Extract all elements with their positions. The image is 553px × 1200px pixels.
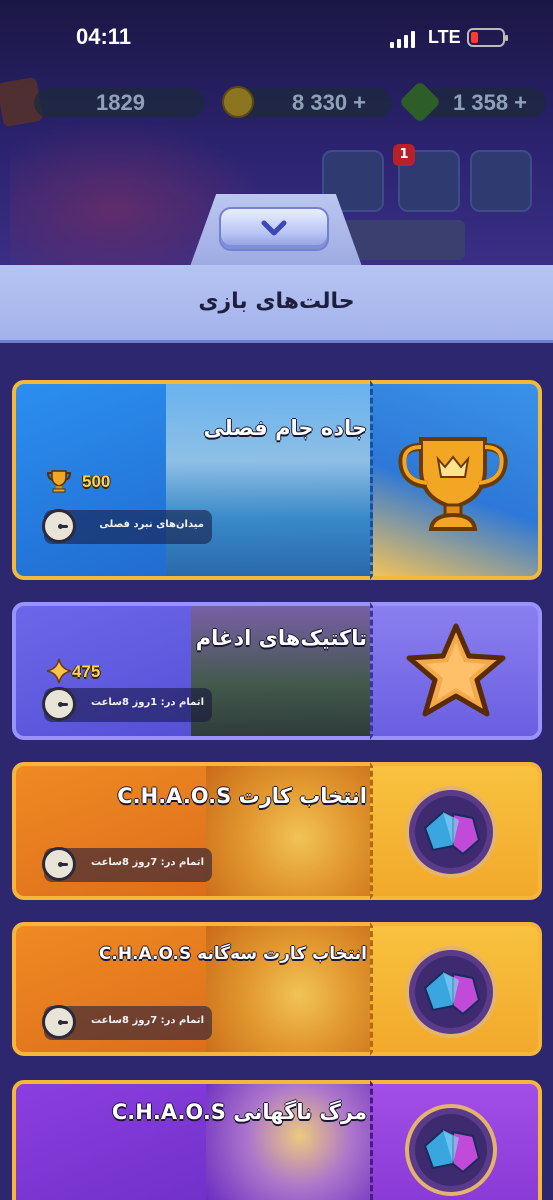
card-stub [370,380,542,580]
network-type: LTE [428,27,461,47]
coin-count: 8 330 + [292,90,367,115]
status-time: 04:11 [76,24,132,49]
mode-card-chaos-triple-draft[interactable]: انتخاب کارت سه‌گانه C.H.A.O.S اتمام در: … [12,922,542,1056]
mode-info-pill: اتمام در: 7روز 8ساعت [42,847,212,882]
card-stub [370,1080,542,1200]
mode-title: مرگ ناگهانی C.H.A.O.S [111,1100,367,1124]
mode-card-chaos-draft[interactable]: انتخاب کارت C.H.A.O.S اتمام در: 7روز 8سا… [12,762,542,900]
chaos-rune-icon [405,1104,497,1196]
card-artwork [166,384,370,576]
reward-amount: 500 [82,472,111,491]
mode-info-text: اتمام در: 7روز 8ساعت [91,857,204,868]
mode-title: انتخاب کارت C.H.A.O.S [117,784,367,808]
mode-info-pill: اتمام در: 1روز 8ساعت [42,687,212,722]
clock-icon [42,847,76,881]
reward-amount: 475 [72,662,101,681]
status-bar: 04:11 LTE [0,0,553,76]
mode-card-chaos-sudden-death[interactable]: مرگ ناگهانی C.H.A.O.S [12,1080,542,1200]
mode-info-text: اتمام در: 7روز 8ساعت [91,1015,204,1026]
notification-badge: 1 [393,144,415,166]
hub-chip [343,220,465,260]
coin-icon [222,86,254,118]
mode-title: تاکتیک‌های ادغام [195,626,367,650]
card-stub [370,762,542,900]
mode-card-merge-tactics[interactable]: تاکتیک‌های ادغام 475 اتمام در: 1روز 8ساع… [12,602,542,740]
mode-title: جاده جام فصلی [203,416,368,440]
card-stub [370,602,542,740]
gem-count: 1 358 + [453,90,528,115]
signal-icon [390,30,418,48]
mode-info-text: میدان‌های نبرد فصلی [99,519,204,530]
card-main [12,1080,370,1200]
clock-icon [42,509,76,543]
mode-card-seasonal-trophy-road[interactable]: جاده جام فصلی 500 میدان‌های نبرد فصلی [12,380,542,580]
collapse-panel-button[interactable] [219,207,329,251]
sparkle-icon [46,658,72,684]
clock-icon [42,1005,76,1039]
page-title: حالت‌های بازی [198,289,355,314]
game-modes-header: حالت‌های بازی [0,265,553,343]
mode-info-pill: اتمام در: 7روز 8ساعت [42,1005,212,1040]
trophy-icon [398,437,508,531]
chaos-rune-icon [405,946,497,1038]
star-icon [406,623,506,717]
trophy-icon [46,470,72,493]
battery-icon [467,28,508,47]
chevron-down-icon [261,220,287,236]
menu-button[interactable] [470,150,532,212]
mode-info-pill: میدان‌های نبرد فصلی [42,509,212,544]
chaos-rune-icon [405,786,497,878]
card-stub [370,922,542,1056]
mode-title: انتخاب کارت سه‌گانه C.H.A.O.S [98,944,367,964]
trophy-count: 1829 [96,90,145,115]
clock-icon [42,687,76,721]
mode-info-text: اتمام در: 1روز 8ساعت [91,697,204,708]
